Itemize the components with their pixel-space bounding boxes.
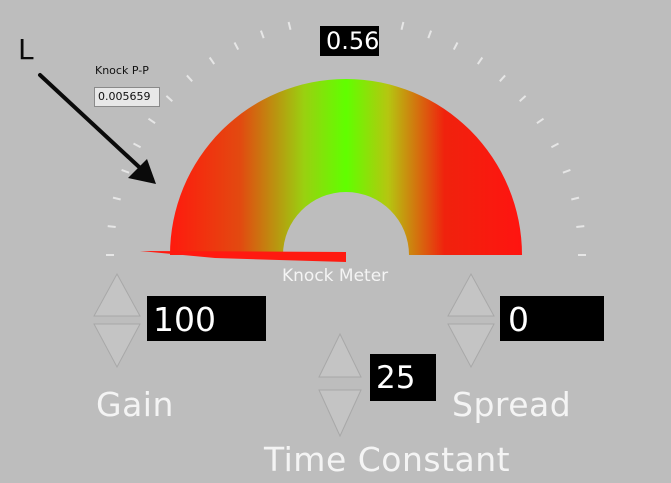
knock-pp-field: 0.005659 [94,87,160,107]
spread-decrement-icon[interactable] [447,323,495,369]
gain-spinner[interactable] [92,272,142,370]
spread-spinner[interactable] [446,272,496,370]
gauge-color-band [170,79,522,255]
gain-input[interactable]: 100 [147,296,266,341]
annotation-letter: L [18,33,34,66]
gain-label: Gain [96,385,174,424]
gauge-tick [427,30,433,39]
gauge-tick [186,74,193,82]
gauge-tick [133,142,142,149]
gauge-tick [259,30,265,39]
gauge-tick [452,42,459,51]
gauge-needle [140,251,346,262]
spread-increment-icon[interactable] [447,272,495,317]
gauge-tick [476,56,484,65]
gauge-tick [562,168,571,174]
spread-label: Spread [452,385,572,424]
time-constant-decrement-icon[interactable] [318,389,362,438]
gauge-tick [550,142,559,149]
gauge-tick [112,196,121,201]
gauge-tick [107,225,116,228]
gain-increment-icon[interactable] [93,272,141,317]
gauge-tick [121,168,130,174]
gauge-tick [165,95,173,102]
gauge-tick [147,117,156,125]
gauge-tick [536,117,545,125]
gain-decrement-icon[interactable] [93,323,141,369]
gauge-tick [519,95,527,102]
time-constant-input[interactable]: 25 [370,354,436,401]
gauge-tick [576,225,585,228]
gauge-tick [233,42,240,51]
gauge-tick [208,56,216,65]
time-constant-spinner[interactable] [317,332,363,440]
gauge-tick [499,74,506,82]
time-constant-label: Time Constant [264,440,511,479]
gauge-tick [400,21,405,30]
spread-input[interactable]: 0 [500,296,604,341]
knock-pp-label: Knock P-P [95,64,149,77]
gauge-tick [287,21,292,30]
gauge-tick [571,196,580,201]
time-constant-increment-icon[interactable] [318,332,362,378]
gauge-value-display: 0.56 [320,26,379,56]
knock-meter-title: Knock Meter [282,266,389,286]
